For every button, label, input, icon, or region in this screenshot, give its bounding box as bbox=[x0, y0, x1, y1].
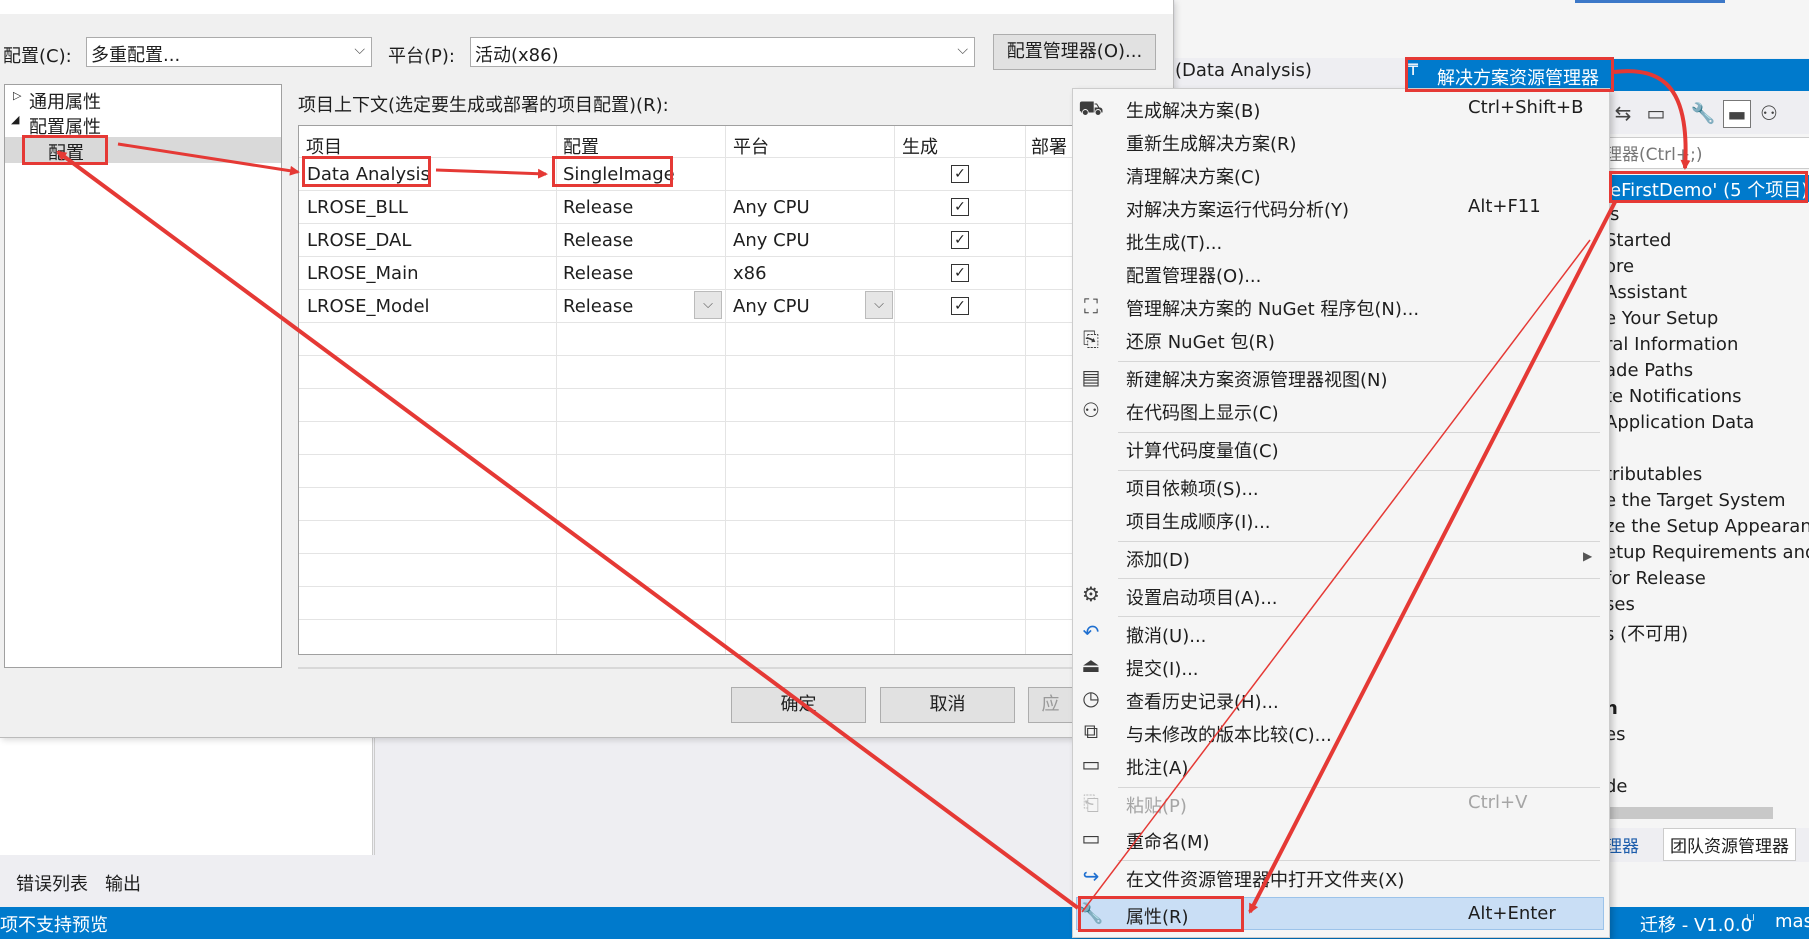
arrow-config-to-project bbox=[117, 142, 300, 176]
arrow-properties-to-config bbox=[56, 150, 1080, 910]
arrow-solution-to-properties bbox=[1248, 201, 1617, 914]
arrow-project-to-config bbox=[435, 168, 548, 179]
arrow-title-to-solution bbox=[1613, 69, 1691, 170]
arrow-thin-to-properties bbox=[1081, 239, 1591, 913]
annotation-arrows bbox=[56, 69, 1691, 914]
